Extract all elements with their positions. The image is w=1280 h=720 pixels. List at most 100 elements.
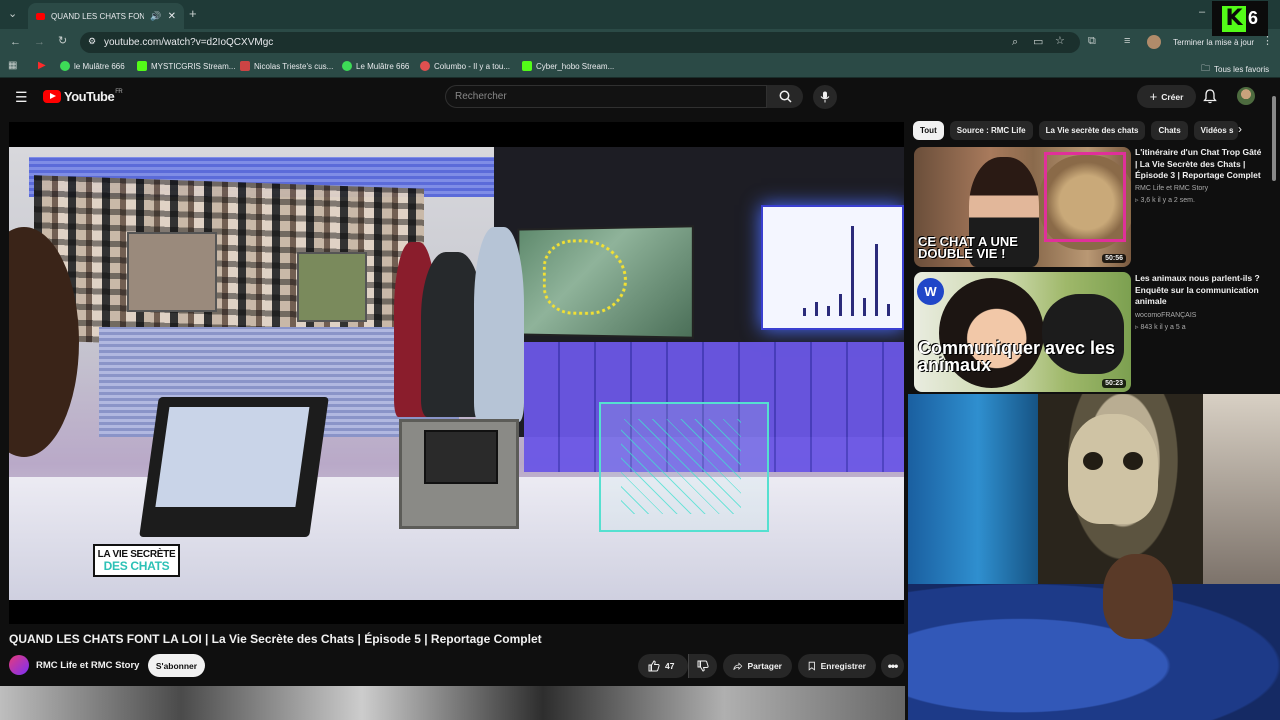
search-input[interactable]: Rechercher xyxy=(445,85,767,108)
back-icon[interactable]: ← xyxy=(10,37,21,48)
bookmark-label: Cyber_hobo Stream... xyxy=(536,61,615,71)
tab-close-icon[interactable]: ✕ xyxy=(168,11,176,22)
recommendation-channel[interactable]: wocomoFRANÇAIS xyxy=(1135,310,1196,321)
youtube-play-icon xyxy=(43,90,61,103)
profile-avatar[interactable] xyxy=(1147,35,1161,49)
scene-bar xyxy=(815,302,818,316)
page-scrollbar[interactable] xyxy=(1272,96,1276,181)
bookmark-label: Columbo - Il y a tou... xyxy=(434,61,511,71)
recommendation-thumbnail[interactable]: W Communiquer avec les animaux 50:23 xyxy=(914,272,1131,392)
site-info-icon[interactable]: ⚙ xyxy=(88,36,96,47)
bookmark-icon xyxy=(808,661,815,671)
address-bar[interactable]: ⚙ youtube.com/watch?v=d2IoQCXVMgc xyxy=(80,32,1080,53)
cast-icon[interactable]: ▭ xyxy=(1033,37,1043,48)
youtube-logo[interactable]: YouTube FR xyxy=(43,89,123,104)
browser-tab-active[interactable]: QUAND LES CHATS FONT | 🔊 ✕ xyxy=(28,3,184,29)
webcam-skull-painting xyxy=(1068,414,1158,524)
subscribe-button[interactable]: S'abonner xyxy=(148,654,205,677)
recommendation-thumbnail[interactable]: CE CHAT A UNE DOUBLE VIE ! 50:56 xyxy=(914,147,1131,267)
play-bookmark-icon xyxy=(60,61,70,71)
columbo-bookmark-icon xyxy=(420,61,430,71)
tab-search-icon[interactable]: ⌄ xyxy=(8,9,17,20)
scene-bar xyxy=(803,308,806,316)
recommendation-stats: ▹ 843 k il y a 5 a xyxy=(1135,324,1186,331)
chevron-right-icon[interactable]: › xyxy=(1238,122,1242,136)
thumbs-down-icon xyxy=(697,660,709,672)
webcam-overlay xyxy=(908,394,1280,720)
folder-icon: 🗀 xyxy=(1201,63,1211,73)
menu-dots-icon[interactable]: ⋮ xyxy=(1262,36,1273,47)
scene-map-panel xyxy=(297,252,367,322)
bookmark-label: Le Mulâtre 666 xyxy=(356,61,410,71)
scene-bar xyxy=(887,304,890,316)
bookmark-item[interactable]: Le Mulâtre 666 xyxy=(342,61,409,71)
search-placeholder: Rechercher xyxy=(455,91,507,102)
speaker-icon[interactable]: 🔊 xyxy=(150,11,161,22)
bookmark-label: Nicolas Trieste's cus... xyxy=(254,61,334,71)
apps-grid-icon[interactable]: ▦ xyxy=(8,61,17,71)
scene-bar xyxy=(863,298,866,316)
channel-name[interactable]: RMC Life et RMC Story xyxy=(36,660,139,671)
user-avatar[interactable] xyxy=(1237,87,1255,105)
more-actions-button[interactable]: ••• xyxy=(881,654,904,678)
wocomo-logo-letter: W xyxy=(924,284,937,299)
reading-list-icon[interactable]: ≡ xyxy=(1124,36,1130,47)
kick-logo-icon: K xyxy=(1221,5,1246,32)
reload-icon[interactable]: ↻ xyxy=(58,36,67,47)
bookmark-item[interactable]: Nicolas Trieste's cus... xyxy=(240,61,333,71)
share-button[interactable]: Partager xyxy=(723,654,792,678)
forward-icon[interactable]: → xyxy=(34,37,45,48)
bookmark-item[interactable]: le Mulâtre 666 xyxy=(60,61,125,71)
create-button[interactable]: + Créer xyxy=(1137,85,1196,108)
thumb-title-text: CE CHAT A UNE DOUBLE VIE ! xyxy=(918,234,1018,262)
channel-avatar[interactable] xyxy=(9,655,29,675)
thumb-title-text: Communiquer avec les animaux xyxy=(918,338,1116,376)
video-frame: LA VIE SECRÈTE DES CHATS xyxy=(9,147,904,600)
like-button[interactable]: 47 xyxy=(638,654,688,678)
chip-label: Source : RMC Life xyxy=(956,126,1026,135)
voice-search-button[interactable] xyxy=(813,85,837,109)
chip-label: Tout xyxy=(920,126,937,135)
browser-tab-bar: ⌄ QUAND LES CHATS FONT | 🔊 ✕ + – xyxy=(0,0,1280,29)
bookmark-star-icon[interactable]: ☆ xyxy=(1055,36,1065,47)
recommendation-title[interactable]: L'itinéraire d'un Chat Trop Gâté | La Vi… xyxy=(1135,147,1263,182)
dislike-button[interactable] xyxy=(688,654,717,678)
extensions-icon[interactable]: ⧉ xyxy=(1088,36,1096,47)
chip-source[interactable]: Source : RMC Life xyxy=(949,121,1033,140)
webcam-streamer xyxy=(1103,554,1173,639)
stream-logo-number: 6 xyxy=(1247,8,1258,28)
recommendation-channel[interactable]: RMC Life et RMC Story xyxy=(1135,183,1208,194)
description-area-peek xyxy=(0,686,905,720)
scene-monitor-device xyxy=(399,419,519,529)
chip-label: La Vie secrète des chats xyxy=(1045,126,1139,135)
share-icon xyxy=(733,661,743,670)
bookmark-item[interactable]: MYSTICGRIS Stream... xyxy=(137,61,235,71)
hamburger-menu-icon[interactable]: ☰ xyxy=(15,90,28,104)
scene-map-screen xyxy=(517,225,694,339)
all-bookmarks[interactable]: 🗀 Tous les favoris xyxy=(1201,61,1269,77)
bookmark-item[interactable]: Cyber_hobo Stream... xyxy=(522,61,614,71)
youtube-favicon-icon xyxy=(36,12,45,20)
scene-bar xyxy=(839,294,842,316)
notifications-bell-icon[interactable] xyxy=(1203,89,1217,104)
more-dots-icon: ••• xyxy=(887,659,899,673)
chip-videos[interactable]: Vidéos s xyxy=(1193,121,1238,140)
zoom-icon[interactable]: ⌕ xyxy=(1012,37,1018,48)
video-player[interactable]: LA VIE SECRÈTE DES CHATS xyxy=(9,122,904,624)
thumbs-up-icon xyxy=(648,660,660,672)
recommendation-title[interactable]: Les animaux nous parlent-ils ? Enquête s… xyxy=(1135,273,1263,308)
save-button[interactable]: Enregistrer xyxy=(798,654,876,678)
chip-cats[interactable]: Chats xyxy=(1151,121,1188,140)
recommendation-stats: ▹ 3,6 k il y a 2 sem. xyxy=(1135,197,1195,204)
minimize-icon[interactable]: – xyxy=(1199,7,1205,18)
search-button[interactable] xyxy=(767,85,803,108)
chip-all[interactable]: Tout xyxy=(913,121,944,140)
chip-series[interactable]: La Vie secrète des chats xyxy=(1038,121,1146,140)
youtube-bookmark-icon[interactable]: ▶ xyxy=(38,61,46,71)
new-tab-icon[interactable]: + xyxy=(189,7,197,20)
scene-person-blue xyxy=(474,227,524,422)
bookmark-item[interactable]: Columbo - Il y a tou... xyxy=(420,61,510,71)
webcam-blue-blanket xyxy=(908,584,1280,720)
chip-label: Chats xyxy=(1158,126,1181,135)
search-icon xyxy=(779,90,792,103)
